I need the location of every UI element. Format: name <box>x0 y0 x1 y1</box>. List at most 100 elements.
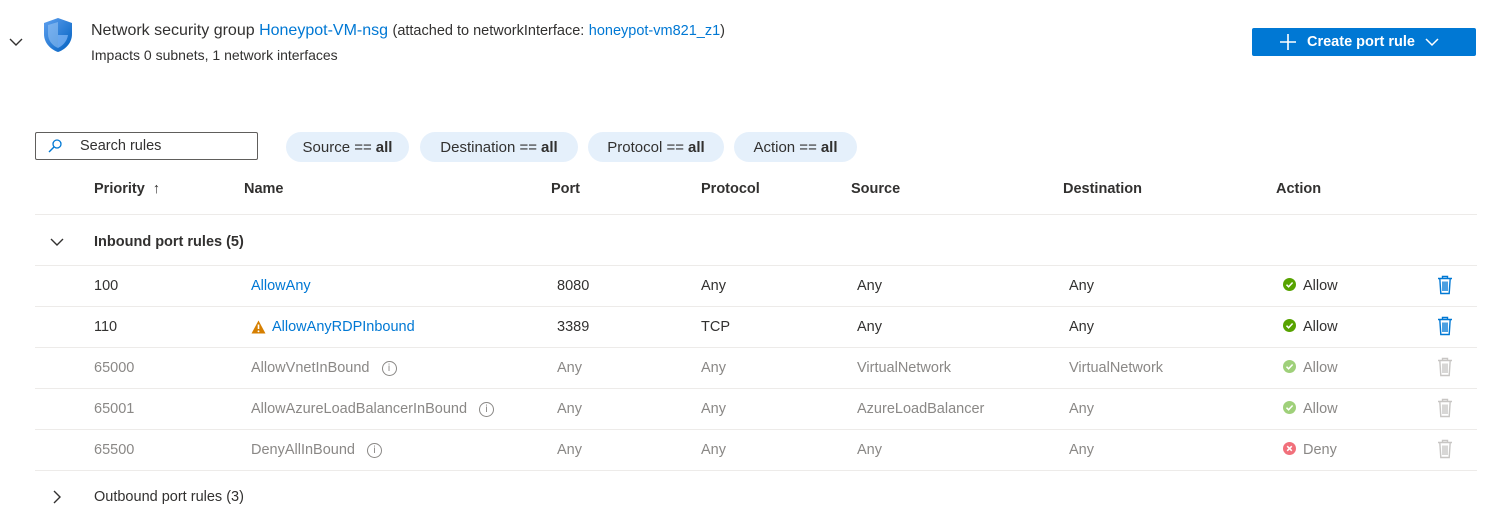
search-icon <box>48 139 62 153</box>
filter-source[interactable]: Source == all <box>286 132 409 162</box>
filter-destination-label: Destination == <box>440 138 538 156</box>
row-4-source: AzureLoadBalancer <box>857 401 985 417</box>
header-divider <box>35 214 1477 215</box>
row-4-destination: Any <box>1069 401 1094 417</box>
outbound-expand-chevron-icon[interactable] <box>49 489 65 505</box>
column-header-protocol[interactable]: Protocol <box>701 181 760 197</box>
create-port-rule-label: Create port rule <box>1307 34 1415 50</box>
deny-x-icon <box>1283 442 1296 455</box>
delete-trash-icon[interactable] <box>1437 275 1453 295</box>
row-3-priority: 65000 <box>94 360 135 376</box>
filter-destination[interactable]: Destination == all <box>420 132 578 162</box>
attached-suffix: ) <box>720 23 726 39</box>
row-1-action: Allow <box>1283 278 1338 294</box>
row-2-priority: 110 <box>94 319 118 335</box>
row-2-destination: Any <box>1069 319 1094 335</box>
row-3-port: Any <box>557 360 582 376</box>
row-2-protocol: TCP <box>701 319 730 335</box>
row-4-action: Allow <box>1283 401 1338 417</box>
allow-check-icon <box>1283 319 1296 332</box>
filter-protocol-value: all <box>688 138 705 156</box>
sort-ascending-icon: ↑ <box>152 181 161 197</box>
filter-action-value: all <box>820 138 838 156</box>
delete-trash-icon[interactable] <box>1437 316 1453 336</box>
row-5-name-label: DenyAllInBound <box>251 442 355 458</box>
row-5-protocol: Any <box>701 442 726 458</box>
column-header-action[interactable]: Action <box>1276 181 1321 197</box>
row-4-priority: 65001 <box>94 401 135 417</box>
row-3-action-label: Allow <box>1303 360 1338 376</box>
row-divider <box>35 429 1477 430</box>
column-header-destination[interactable]: Destination <box>1063 181 1142 197</box>
search-input[interactable] <box>80 138 240 154</box>
delete-trash-disabled-icon <box>1438 357 1452 377</box>
collapse-chevron-icon[interactable] <box>8 34 24 50</box>
row-2-name-link[interactable]: AllowAnyRDPInbound <box>272 319 415 335</box>
page-title: Network security group Honeypot-VM-nsg (… <box>91 22 725 40</box>
row-1-protocol: Any <box>701 278 726 294</box>
row-3-name: AllowVnetInBound i <box>251 360 397 376</box>
row-5-name: DenyAllInBound i <box>251 442 382 458</box>
row-2-action-label: Allow <box>1303 319 1338 335</box>
filter-action-label: Action == <box>753 138 817 156</box>
column-header-name[interactable]: Name <box>244 181 284 197</box>
row-1-name-link[interactable]: AllowAny <box>251 278 311 294</box>
row-3-destination: VirtualNetwork <box>1069 360 1164 376</box>
inbound-collapse-chevron-icon[interactable] <box>49 234 65 250</box>
delete-trash-disabled-icon <box>1438 398 1452 418</box>
row-5-action-label: Deny <box>1303 442 1337 458</box>
row-1-port: 8080 <box>557 278 590 294</box>
row-4-name: AllowAzureLoadBalancerInBound i <box>251 401 495 417</box>
column-header-priority[interactable]: Priority ↑ <box>94 181 160 197</box>
attached-prefix: (attached to networkInterface: <box>392 23 585 39</box>
nsg-name-link[interactable]: Honeypot-VM-nsg <box>259 22 388 39</box>
row-1-action-label: Allow <box>1303 278 1338 294</box>
column-header-source[interactable]: Source <box>851 181 900 197</box>
filter-action[interactable]: Action == all <box>734 132 857 162</box>
row-divider <box>35 306 1477 307</box>
title-prefix: Network security group <box>91 22 255 39</box>
delete-trash-disabled-icon <box>1438 439 1452 459</box>
row-4-port: Any <box>557 401 582 417</box>
allow-check-icon <box>1283 278 1296 291</box>
row-2-port: 3389 <box>557 319 590 335</box>
filter-source-value: all <box>375 138 393 156</box>
row-5-source: Any <box>857 442 882 458</box>
row-divider <box>35 347 1477 348</box>
outbound-group-label[interactable]: Outbound port rules (3) <box>94 489 244 505</box>
inbound-group-label[interactable]: Inbound port rules (5) <box>94 234 244 250</box>
info-icon[interactable]: i <box>381 360 397 376</box>
column-priority-label: Priority <box>94 181 145 197</box>
subtitle: Impacts 0 subnets, 1 network interfaces <box>91 47 338 63</box>
chevron-down-icon <box>1425 38 1439 47</box>
create-port-rule-button[interactable]: Create port rule <box>1252 28 1476 56</box>
allow-check-icon <box>1283 401 1296 414</box>
column-header-port[interactable]: Port <box>551 181 580 197</box>
row-divider <box>35 388 1477 389</box>
row-4-name-label: AllowAzureLoadBalancerInBound <box>251 401 468 417</box>
interface-link[interactable]: honeypot-vm821_z1 <box>589 23 720 39</box>
row-5-priority: 65500 <box>94 442 135 458</box>
info-icon[interactable]: i <box>367 442 382 458</box>
row-divider <box>35 470 1477 471</box>
search-box[interactable] <box>35 132 258 160</box>
allow-check-icon <box>1283 360 1296 373</box>
plus-icon <box>1280 34 1296 50</box>
row-3-action: Allow <box>1283 360 1338 376</box>
row-5-port: Any <box>557 442 582 458</box>
filter-destination-value: all <box>541 138 558 156</box>
row-5-action: Deny <box>1283 442 1337 458</box>
info-icon[interactable]: i <box>479 401 495 417</box>
filter-protocol[interactable]: Protocol == all <box>588 132 724 162</box>
row-1-source: Any <box>857 278 882 294</box>
row-3-source: VirtualNetwork <box>857 360 952 376</box>
filter-source-label: Source == <box>302 138 372 156</box>
row-4-protocol: Any <box>701 401 726 417</box>
row-divider <box>35 265 1477 266</box>
row-3-protocol: Any <box>701 360 726 376</box>
row-3-name-label: AllowVnetInBound <box>251 360 370 376</box>
filter-protocol-label: Protocol == <box>607 138 685 156</box>
row-5-destination: Any <box>1069 442 1094 458</box>
warning-icon <box>251 320 266 334</box>
row-2-source: Any <box>857 319 882 335</box>
